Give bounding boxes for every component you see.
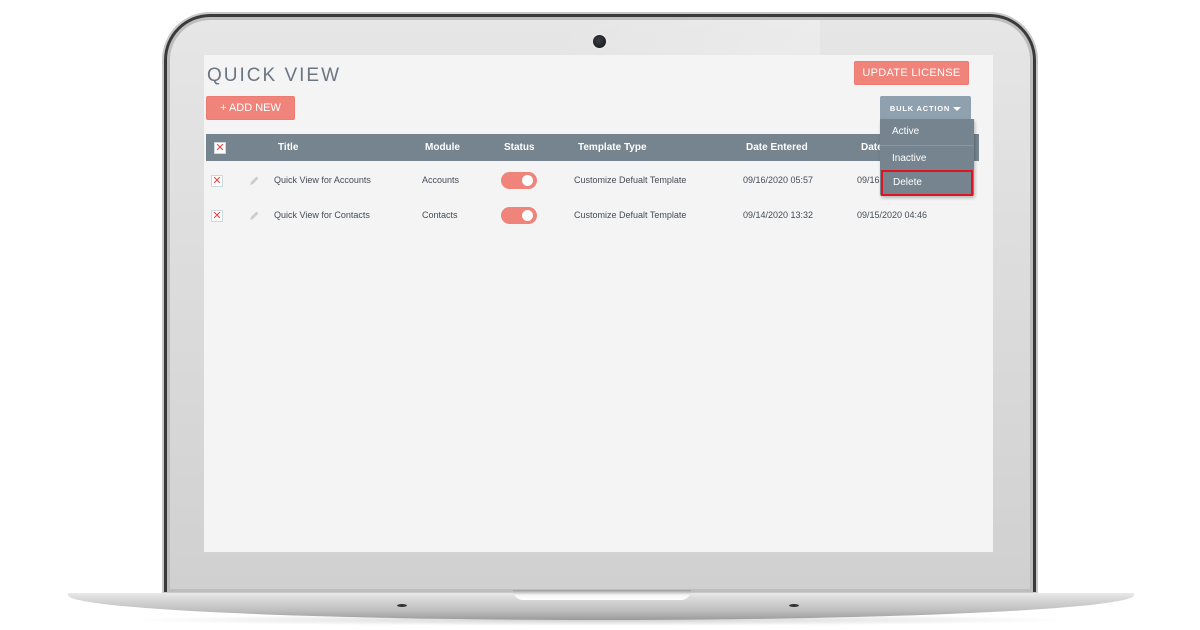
- table-row: ✕ Quick View for Contacts Contacts Custo…: [206, 198, 979, 233]
- menu-item-inactive[interactable]: Inactive: [880, 145, 974, 171]
- row-select-checkbox[interactable]: ✕: [211, 210, 223, 222]
- row-module: Contacts: [422, 210, 458, 220]
- toggle-knob: [522, 210, 533, 221]
- menu-item-delete[interactable]: Delete: [881, 170, 973, 196]
- laptop-notch: [513, 590, 691, 600]
- row-date-entered: 09/14/2020 13:32: [743, 210, 814, 220]
- laptop-foot: [397, 604, 407, 607]
- page-title: QUICK VIEW: [207, 65, 342, 86]
- pencil-icon[interactable]: [248, 210, 260, 222]
- row-title[interactable]: Quick View for Accounts: [274, 163, 371, 198]
- select-all-checkbox[interactable]: ✕: [214, 142, 226, 154]
- row-title[interactable]: Quick View for Contacts: [274, 198, 370, 233]
- table-row: ✕ Quick View for Accounts Accounts Custo…: [206, 163, 979, 198]
- row-date-modified: 09/15/2020 04:46: [857, 210, 928, 220]
- caret-down-icon: [953, 106, 962, 111]
- row-date-entered: 09/16/2020 05:57: [743, 175, 814, 185]
- column-header-template-type[interactable]: Template Type: [578, 134, 647, 161]
- row-template-type: Customize Defualt Template: [574, 210, 687, 220]
- toggle-knob: [522, 175, 533, 186]
- status-toggle[interactable]: [501, 207, 537, 224]
- column-header-status[interactable]: Status: [504, 134, 535, 161]
- menu-item-active[interactable]: Active: [880, 119, 974, 145]
- row-date-modified: 09/16: [857, 175, 880, 185]
- column-header-date-entered[interactable]: Date Entered: [746, 134, 808, 161]
- close-x-icon: ✕: [212, 210, 222, 222]
- laptop-foot: [789, 604, 799, 607]
- row-select-checkbox[interactable]: ✕: [211, 175, 223, 187]
- close-x-icon: ✕: [215, 142, 225, 154]
- close-x-icon: ✕: [212, 175, 222, 187]
- status-toggle[interactable]: [501, 172, 537, 189]
- bulk-action-label: BULK ACTION: [889, 103, 951, 113]
- add-new-button[interactable]: + ADD NEW: [206, 96, 295, 120]
- bulk-action-button[interactable]: BULK ACTION: [880, 96, 971, 120]
- update-license-button[interactable]: UPDATE LICENSE: [854, 61, 969, 85]
- row-module: Accounts: [422, 175, 460, 185]
- bulk-action-menu: Active Inactive Delete: [880, 119, 974, 196]
- app-screen: QUICK VIEW + ADD NEW UPDATE LICENSE BULK…: [204, 55, 993, 552]
- table-header: ✕ Title Module Status Template Type Date…: [206, 134, 979, 161]
- column-header-module[interactable]: Module: [425, 134, 460, 161]
- column-header-title[interactable]: Title: [278, 134, 298, 161]
- row-template-type: Customize Defualt Template: [574, 175, 687, 185]
- pencil-icon[interactable]: [248, 175, 260, 187]
- camera-icon: [593, 35, 606, 48]
